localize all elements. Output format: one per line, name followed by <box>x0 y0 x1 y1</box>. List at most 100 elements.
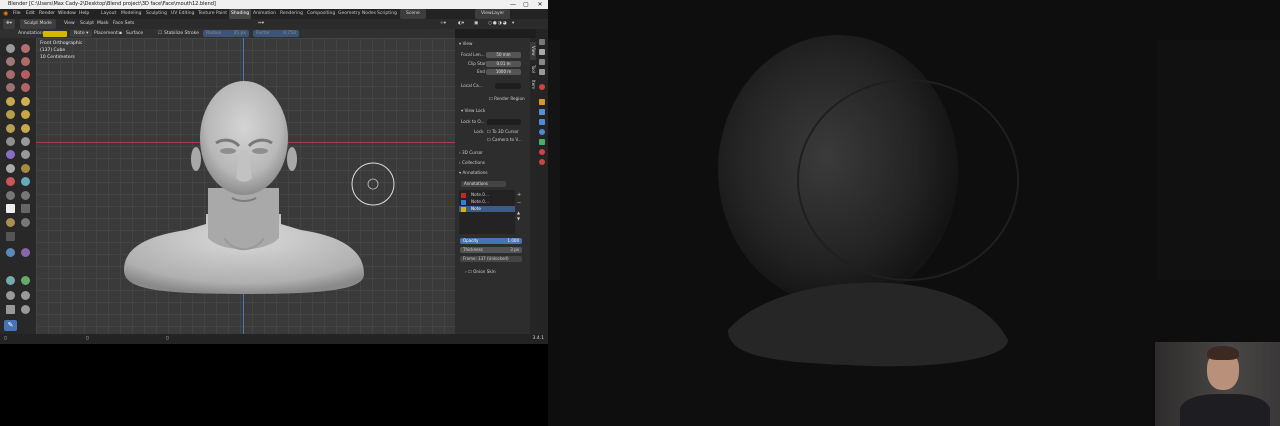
move-layer-up-icon[interactable]: ▲ <box>517 210 520 215</box>
move-layer-down-icon[interactable]: ▼ <box>517 216 520 221</box>
cloth-brush-icon[interactable] <box>21 191 30 200</box>
view-section-toggle[interactable]: ▾ View <box>459 41 472 46</box>
fill-brush-icon[interactable] <box>6 110 15 119</box>
tab-sculpting[interactable]: Sculpting <box>146 9 167 19</box>
annotate-tool-icon[interactable]: ✎ <box>4 320 17 331</box>
tab-geometry-nodes[interactable]: Geometry Nodes <box>338 9 376 19</box>
placement-dropdown[interactable]: Surface <box>126 29 143 38</box>
menu-render[interactable]: Render <box>39 9 55 19</box>
tab-modeling[interactable]: Modeling <box>121 9 141 19</box>
scene-selector[interactable]: Scene <box>400 9 426 19</box>
blob-brush-icon[interactable] <box>6 83 15 92</box>
pivot-icon[interactable]: ⊹▾ <box>440 19 446 29</box>
thickness-field[interactable]: Thickness 3 px <box>460 247 522 253</box>
close-button[interactable]: ✕ <box>534 0 546 9</box>
data-properties-icon[interactable] <box>539 139 545 145</box>
frame-field[interactable]: Frame: 137 (Unlocked) <box>460 256 522 262</box>
3d-viewport[interactable]: Front Orthographic (137) Cube 10 Centime… <box>36 38 455 334</box>
note-color-swatch[interactable] <box>461 193 466 198</box>
slide-relax-icon[interactable] <box>21 177 30 186</box>
bust-model[interactable] <box>36 38 455 334</box>
grab-brush-icon[interactable] <box>6 137 15 146</box>
editor-type-button[interactable]: ✥▾ <box>3 19 16 29</box>
elastic-deform-icon[interactable] <box>21 137 30 146</box>
annotations-datablock[interactable]: Annotations <box>461 181 506 187</box>
note-color-swatch[interactable] <box>461 207 466 212</box>
tab-shading[interactable]: Shading <box>229 9 252 19</box>
box-mask-icon[interactable] <box>6 232 15 241</box>
menu-view[interactable]: View <box>64 19 75 29</box>
layer-list-item[interactable]: Note.0... <box>471 199 489 204</box>
blender-logo-icon[interactable]: ◉ <box>3 9 8 19</box>
lock-3d-cursor-checkbox[interactable]: ☐ To 3D Cursor <box>487 129 519 134</box>
stabilize-checkbox[interactable]: ☐ <box>158 29 162 38</box>
draw-brush-icon[interactable] <box>6 44 15 53</box>
tool-properties-icon[interactable] <box>539 39 545 45</box>
menu-file[interactable]: File <box>13 9 21 19</box>
symmetry-icon[interactable]: ⇔▾ <box>258 19 264 29</box>
mode-selector[interactable]: Sculpt Mode <box>20 19 56 29</box>
layer-brush-icon[interactable] <box>6 70 15 79</box>
tab-animation[interactable]: Animation <box>253 9 276 19</box>
thumb-brush-icon[interactable] <box>21 150 30 159</box>
tab-rendering[interactable]: Rendering <box>280 9 303 19</box>
tab-layout[interactable]: Layout <box>101 9 116 19</box>
annotation-color-swatch[interactable] <box>43 30 67 37</box>
texture-properties-icon[interactable] <box>539 159 545 165</box>
add-layer-button[interactable]: + <box>517 192 521 198</box>
output-properties-icon[interactable] <box>539 59 545 65</box>
view-layer-selector[interactable]: ViewLayer <box>475 9 511 19</box>
object-properties-icon[interactable] <box>539 99 545 105</box>
mesh-filter-icon[interactable] <box>6 276 15 285</box>
pinch-brush-icon[interactable] <box>21 124 30 133</box>
shading-dropdown-icon[interactable]: ▾ <box>512 19 514 29</box>
rotate-tool-icon[interactable] <box>21 291 30 300</box>
3d-cursor-section-toggle[interactable]: › 3D Cursor <box>459 150 483 155</box>
annotations-section-toggle[interactable]: ▾ Annotations <box>459 170 488 175</box>
onion-skin-toggle[interactable]: › ☐ Onion Skin <box>465 269 496 274</box>
menu-help[interactable]: Help <box>79 9 89 19</box>
tab-compositing[interactable]: Compositing <box>307 9 335 19</box>
layer-list-item-active[interactable]: Note <box>471 206 481 211</box>
collections-section-toggle[interactable]: › Collections <box>459 160 485 165</box>
scale-tool-icon[interactable] <box>6 305 15 314</box>
shading-mode-icons[interactable]: ○●◑◕ <box>488 19 508 29</box>
render-properties-icon[interactable] <box>539 49 545 55</box>
local-camera-field[interactable] <box>495 83 521 89</box>
scene-properties-icon[interactable] <box>539 84 545 90</box>
material-properties-icon[interactable] <box>539 149 545 155</box>
mask-brush-icon[interactable] <box>21 204 30 213</box>
clay-brush-icon[interactable] <box>6 57 15 66</box>
factor-field[interactable]: Factor 0.750 <box>253 30 299 37</box>
draw-sharp-brush-icon[interactable] <box>21 44 30 53</box>
modifier-properties-icon[interactable] <box>539 109 545 115</box>
rotate-brush-icon[interactable] <box>6 177 15 186</box>
physics-properties-icon[interactable] <box>539 129 545 135</box>
simplify-brush-icon[interactable] <box>6 204 15 213</box>
view-lock-toggle[interactable]: ▾ View Lock <box>461 108 485 113</box>
box-face-set-icon[interactable] <box>21 248 30 257</box>
menu-window[interactable]: Window <box>58 9 76 19</box>
menu-edit[interactable]: Edit <box>26 9 35 19</box>
layer-list-item[interactable]: Note.0... <box>471 192 489 197</box>
render-region-checkbox[interactable]: ☐ Render Region <box>489 96 525 101</box>
boundary-brush-icon[interactable] <box>6 191 15 200</box>
menu-face-sets[interactable]: Face Sets <box>113 19 134 29</box>
pose-brush-icon[interactable] <box>6 164 15 173</box>
maximize-button[interactable]: ▢ <box>520 0 532 9</box>
scrape-brush-icon[interactable] <box>21 110 30 119</box>
annotation-layer-field[interactable]: Note ▾ <box>70 30 93 37</box>
view-layer-properties-icon[interactable] <box>539 69 545 75</box>
camera-to-view-checkbox[interactable]: ☐ Camera to V... <box>487 137 522 142</box>
snake-hook-icon[interactable] <box>6 150 15 159</box>
note-color-swatch[interactable] <box>461 200 466 205</box>
radius-field[interactable]: Radius 35 px <box>203 30 249 37</box>
crease-brush-icon[interactable] <box>21 83 30 92</box>
multires-displacement-icon[interactable] <box>21 218 30 227</box>
tab-texture-paint[interactable]: Texture Paint <box>198 9 227 19</box>
tab-scripting[interactable]: Scripting <box>377 9 397 19</box>
focal-length-field[interactable]: 50 mm <box>486 52 521 58</box>
menu-sculpt[interactable]: Sculpt <box>80 19 94 29</box>
remove-layer-button[interactable]: − <box>517 200 521 206</box>
transform-tool-icon[interactable] <box>21 305 30 314</box>
